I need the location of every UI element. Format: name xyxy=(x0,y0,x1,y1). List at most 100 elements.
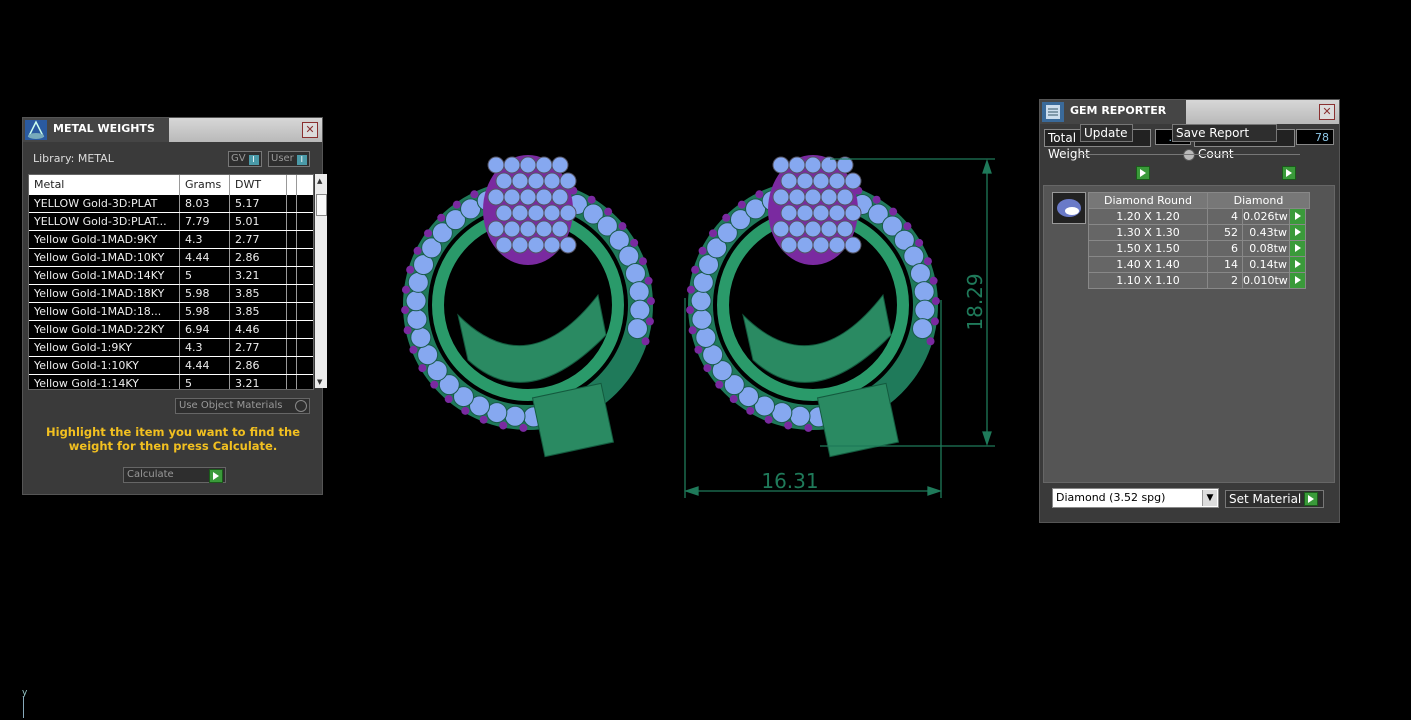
gem-select-icon[interactable] xyxy=(1289,256,1306,273)
grams-cell: 4.44 xyxy=(180,357,230,374)
accent-gem xyxy=(872,195,881,204)
dwt-cell: 3.85 xyxy=(230,285,287,302)
collapse-arrow-icon[interactable] xyxy=(1183,149,1195,161)
gem-reporter-titlebar[interactable]: GEM REPORTER ✕ xyxy=(1040,100,1339,124)
cluster-stone xyxy=(543,172,561,190)
user-toggle[interactable]: User I xyxy=(268,151,310,167)
gem-row[interactable]: 1.20 X 1.20 4 0.026tw xyxy=(1088,208,1309,225)
table-row[interactable]: Yellow Gold-1:9KY 4.3 2.77 xyxy=(29,339,313,357)
play-icon xyxy=(209,469,223,483)
accent-gem xyxy=(746,406,755,415)
column-header-metal[interactable]: Metal xyxy=(29,175,180,195)
table-row[interactable]: Yellow Gold-1MAD:22KY 6.94 4.46 xyxy=(29,321,313,339)
metal-weights-title: METAL WEIGHTS xyxy=(53,122,155,135)
cluster-stone xyxy=(796,204,814,222)
gem-row[interactable]: 1.40 X 1.40 14 0.14tw xyxy=(1088,256,1309,273)
save-report-play-icon[interactable] xyxy=(1282,166,1296,180)
accent-gem xyxy=(587,195,596,204)
accent-gem xyxy=(437,213,446,222)
gem-stone xyxy=(691,308,713,330)
table-row[interactable]: Yellow Gold-1MAD:14KY 5 3.21 xyxy=(29,267,313,285)
cluster-stone xyxy=(828,204,846,222)
scroll-down-icon[interactable]: ▼ xyxy=(317,378,322,386)
accent-gem xyxy=(644,276,653,285)
use-object-materials-toggle[interactable]: Use Object Materials xyxy=(175,398,310,414)
scroll-up-icon[interactable]: ▲ xyxy=(317,177,322,185)
diamond-round-icon[interactable] xyxy=(1052,192,1086,224)
table-row[interactable]: Yellow Gold-1MAD:10KY 4.44 2.86 xyxy=(29,249,313,267)
metal-cell: Yellow Gold-1MAD:14KY xyxy=(29,267,180,284)
table-row[interactable]: Yellow Gold-1:14KY 5 3.21 xyxy=(29,375,313,389)
3d-viewport[interactable]: 16.31 18.29 xyxy=(390,140,1010,510)
cluster-stone xyxy=(527,204,545,222)
metal-cell: Yellow Gold-1:10KY xyxy=(29,357,180,374)
accent-gem xyxy=(686,306,695,315)
chevron-down-icon[interactable]: ▼ xyxy=(1202,490,1217,506)
cluster-stone xyxy=(812,204,830,222)
cluster-stone xyxy=(796,236,814,254)
gem-stone xyxy=(410,326,432,348)
material-select[interactable]: Diamond (3.52 spg) ▼ xyxy=(1052,488,1219,508)
gem-select-icon[interactable] xyxy=(1289,240,1306,257)
gem-row[interactable]: 1.10 X 1.10 2 0.010tw xyxy=(1088,272,1309,289)
accent-gem xyxy=(424,229,433,238)
accent-gem xyxy=(403,326,412,335)
cluster-stone xyxy=(780,236,798,254)
scroll-thumb[interactable] xyxy=(316,194,327,216)
gem-size-cell: 1.30 X 1.30 xyxy=(1088,224,1208,241)
gem-reporter-tab: GEM REPORTER xyxy=(1040,100,1186,124)
column-header-grams[interactable]: Grams xyxy=(180,175,230,195)
update-button[interactable]: Update xyxy=(1080,124,1133,142)
gem-stone xyxy=(913,281,935,303)
gem-stone xyxy=(789,405,811,427)
accent-gem xyxy=(406,265,415,274)
set-material-label: Set Material xyxy=(1229,492,1302,506)
scale-icon xyxy=(25,120,47,140)
table-row[interactable]: YELLOW Gold-3D:PLAT 8.03 5.17 xyxy=(29,195,313,213)
cluster-stone xyxy=(511,172,529,190)
calculate-label: Calculate xyxy=(127,469,174,480)
gem-weight-cell: 0.14tw xyxy=(1242,256,1290,273)
table-row[interactable]: Yellow Gold-1MAD:9KY 4.3 2.77 xyxy=(29,231,313,249)
accent-gem xyxy=(737,200,746,209)
divider xyxy=(1080,154,1300,155)
gem-select-icon[interactable] xyxy=(1289,272,1306,289)
set-material-play-icon[interactable] xyxy=(1304,492,1318,506)
close-icon[interactable]: ✕ xyxy=(302,122,318,138)
accent-gem xyxy=(461,406,470,415)
metal-cell: Yellow Gold-1MAD:22KY xyxy=(29,321,180,338)
gem-select-icon[interactable] xyxy=(1289,208,1306,225)
cluster-stone xyxy=(772,156,790,174)
cluster-stone xyxy=(495,172,513,190)
table-row[interactable]: Yellow Gold-1MAD:18... 5.98 3.85 xyxy=(29,303,313,321)
table-row[interactable]: Yellow Gold-1MAD:18KY 5.98 3.85 xyxy=(29,285,313,303)
gv-toggle[interactable]: GV I xyxy=(228,151,262,167)
accent-gem xyxy=(444,395,453,404)
save-report-button[interactable]: Save Report xyxy=(1172,124,1277,142)
gem-row[interactable]: 1.50 X 1.50 6 0.08tw xyxy=(1088,240,1309,257)
table-row[interactable]: Yellow Gold-1:10KY 4.44 2.86 xyxy=(29,357,313,375)
gem-table-body: 1.20 X 1.20 4 0.026tw 1.30 X 1.30 52 0.43tw 1.… xyxy=(1088,208,1309,289)
accent-gem xyxy=(722,213,731,222)
column-header-dwt[interactable]: DWT xyxy=(230,175,287,195)
metal-weights-panel: METAL WEIGHTS ✕ Library: METAL GV I User I… xyxy=(22,117,327,495)
calculate-button[interactable]: Calculate xyxy=(123,467,226,483)
gem-row[interactable]: 1.30 X 1.30 52 0.43tw xyxy=(1088,224,1309,241)
metal-cell: Yellow Gold-1:14KY xyxy=(29,375,180,389)
gem-size-cell: 1.10 X 1.10 xyxy=(1088,272,1208,289)
cluster-stone xyxy=(836,220,854,238)
accent-gem xyxy=(401,285,410,294)
dwt-cell: 3.21 xyxy=(230,267,287,284)
update-play-icon[interactable] xyxy=(1136,166,1150,180)
earring-models xyxy=(401,155,940,458)
gem-select-icon[interactable] xyxy=(1289,224,1306,241)
table-row[interactable]: YELLOW Gold-3D:PLAT... 7.79 5.01 xyxy=(29,213,313,231)
close-icon[interactable]: ✕ xyxy=(1319,104,1335,120)
metal-table-scrollbar[interactable]: ▲ ▼ xyxy=(315,174,327,388)
instruction-text: Highlight the item you want to find the … xyxy=(46,425,300,453)
gv-toggle-label: GV xyxy=(231,153,246,164)
cluster-stone xyxy=(828,236,846,254)
accent-gem xyxy=(519,423,528,432)
metal-weights-titlebar[interactable]: METAL WEIGHTS ✕ xyxy=(23,118,322,142)
cluster-stone xyxy=(519,156,537,174)
